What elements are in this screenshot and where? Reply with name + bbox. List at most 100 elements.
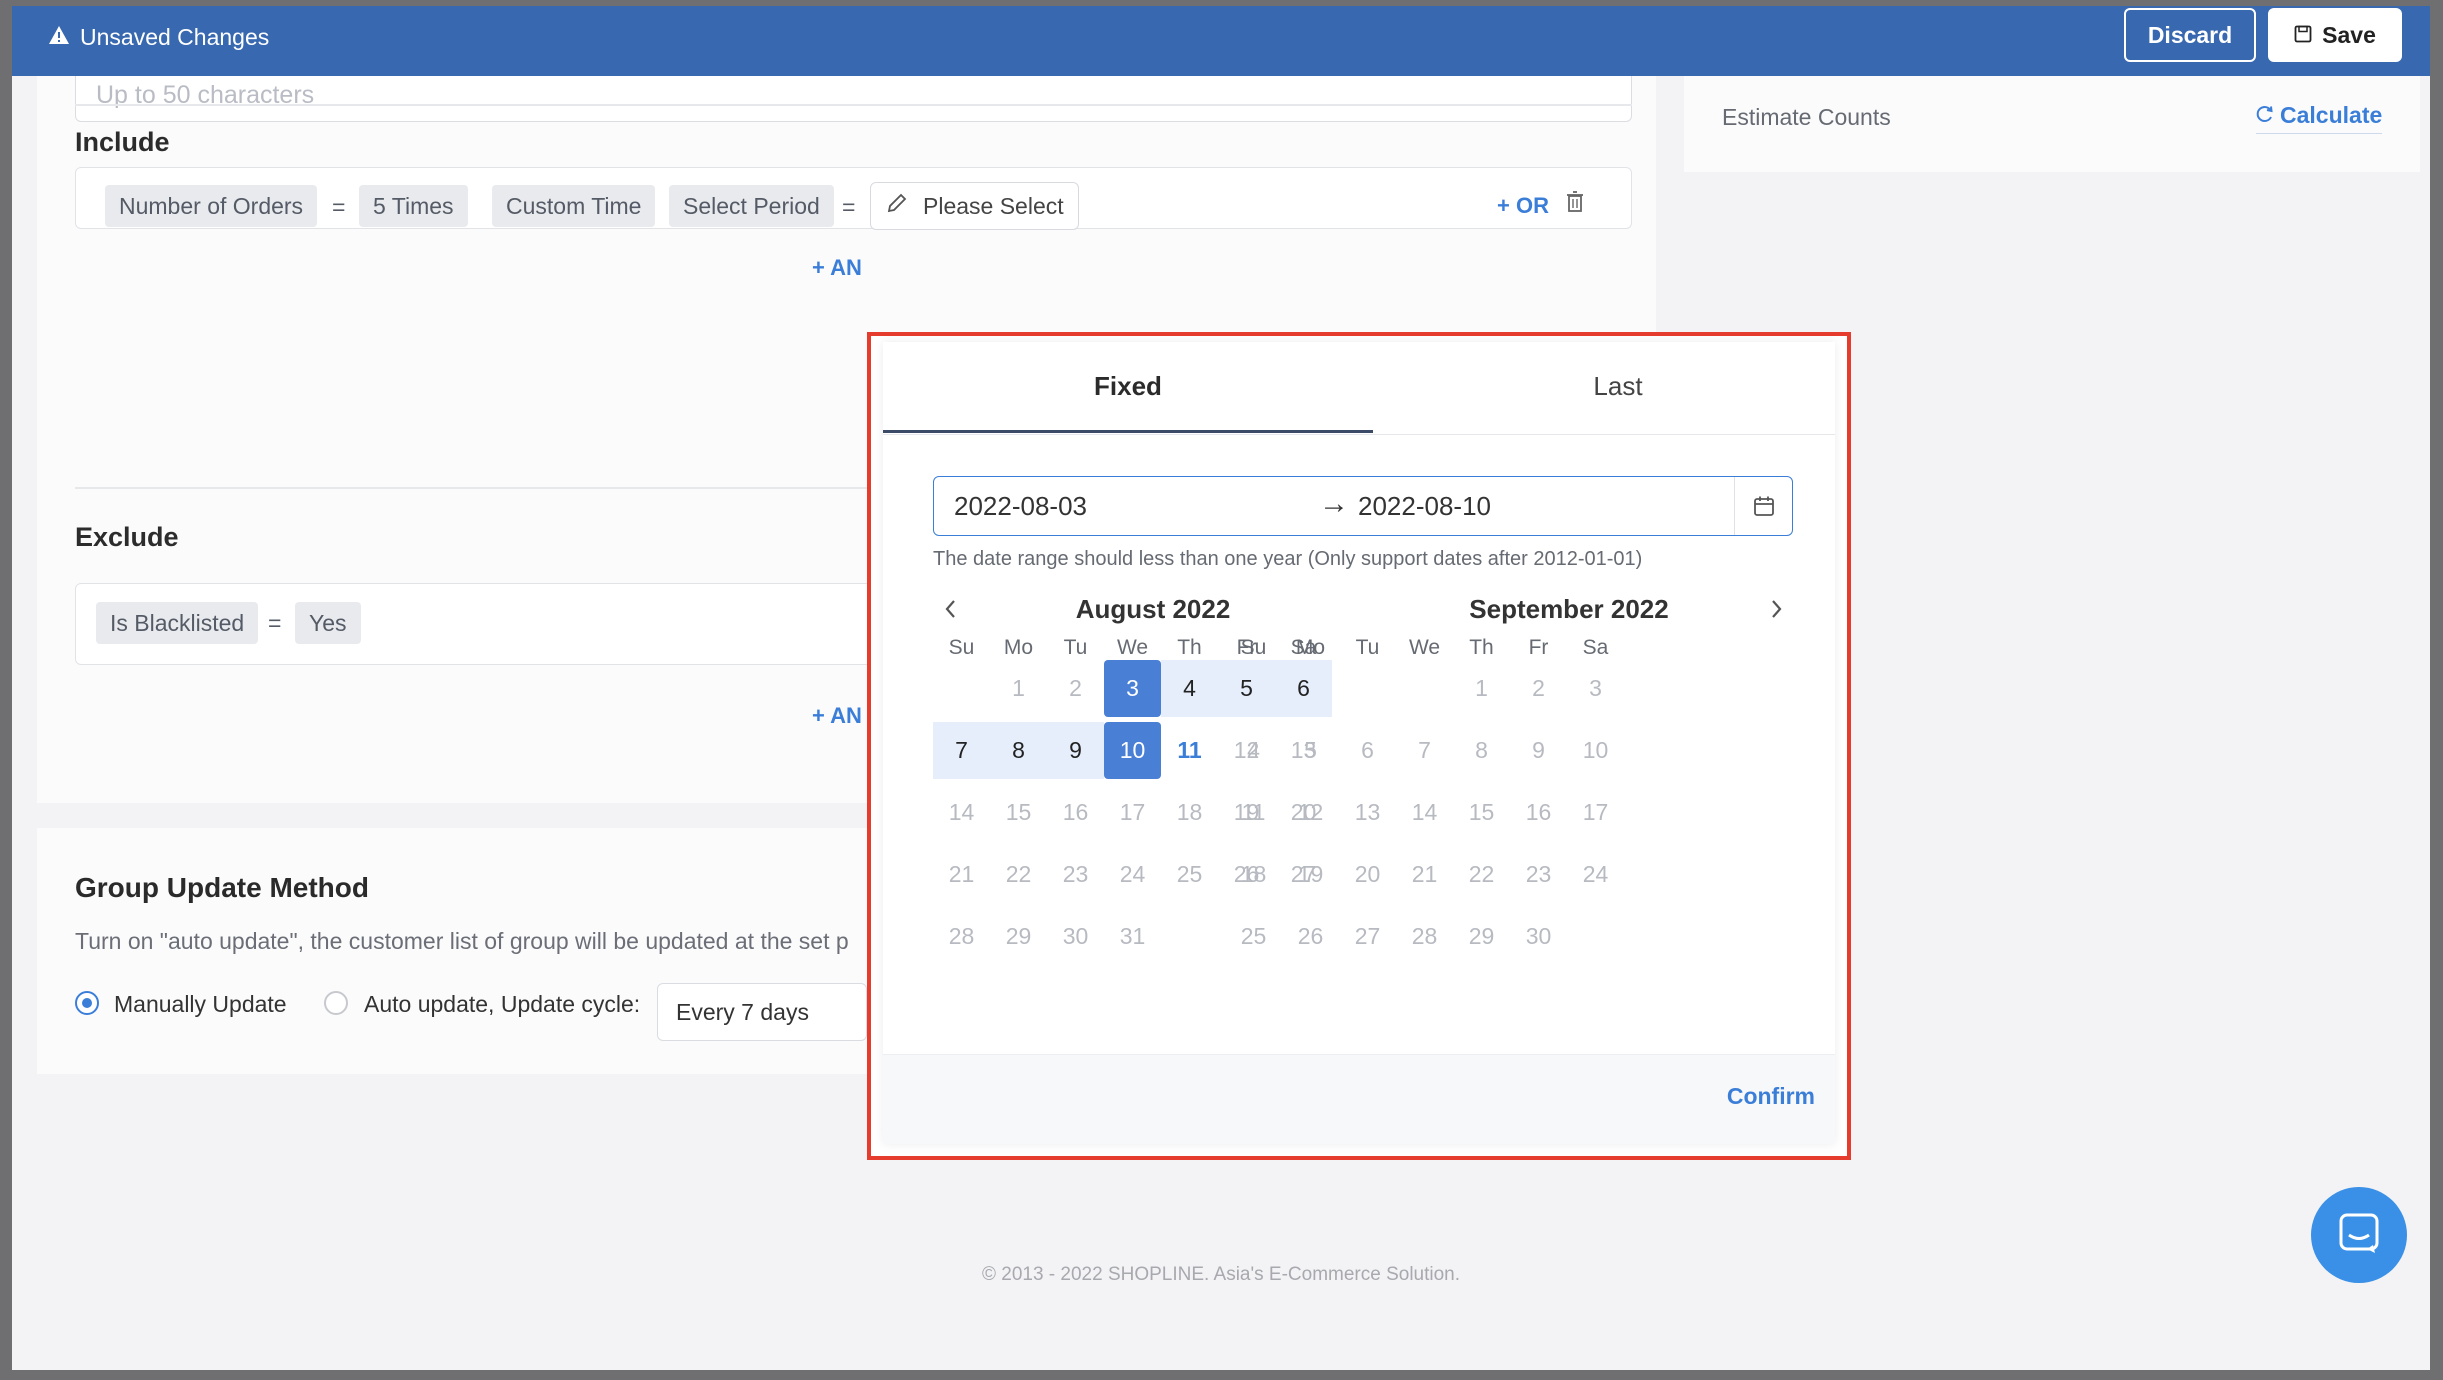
equals-sign: = bbox=[268, 610, 282, 636]
calculate-button[interactable]: Calculate bbox=[2256, 102, 2383, 134]
calendar-day[interactable]: 30 bbox=[1510, 908, 1567, 965]
chat-icon bbox=[2337, 1211, 2381, 1260]
calendar-day[interactable]: 11 bbox=[1225, 784, 1282, 841]
value-chip[interactable]: 5 Times bbox=[359, 185, 468, 227]
active-tab-underline bbox=[883, 430, 1373, 433]
weekday-label: Tu bbox=[1063, 636, 1088, 659]
save-button[interactable]: Save bbox=[2268, 8, 2402, 62]
calendar-day[interactable]: 24 bbox=[1104, 846, 1161, 903]
calendar-day[interactable]: 21 bbox=[1396, 846, 1453, 903]
unsaved-changes-bar: Unsaved Changes Discard Save bbox=[12, 6, 2430, 76]
group-update-title: Group Update Method bbox=[75, 872, 369, 903]
calendar-day[interactable]: 15 bbox=[1453, 784, 1510, 841]
calendar-day[interactable]: 8 bbox=[1453, 722, 1510, 779]
page: Up to 50 characters Include Number of Or… bbox=[12, 6, 2430, 1370]
calendar-day[interactable]: 30 bbox=[1047, 908, 1104, 965]
calculate-label: Calculate bbox=[2280, 102, 2383, 128]
calendar-day[interactable]: 10 bbox=[1567, 722, 1624, 779]
calendar-day[interactable]: 5 bbox=[1282, 722, 1339, 779]
manual-update-label: Manually Update bbox=[114, 991, 287, 1017]
calendar-day[interactable]: 23 bbox=[1510, 846, 1567, 903]
calendar-day[interactable]: 4 bbox=[1161, 660, 1218, 717]
calendar-day[interactable]: 31 bbox=[1104, 908, 1161, 965]
calendar-day[interactable]: 29 bbox=[990, 908, 1047, 965]
calendar-day[interactable]: 19 bbox=[1282, 846, 1339, 903]
calendar-day[interactable]: 17 bbox=[1567, 784, 1624, 841]
today-day[interactable]: 11 bbox=[1161, 722, 1218, 779]
calendar-day[interactable]: 23 bbox=[1047, 846, 1104, 903]
calendar-day[interactable]: 28 bbox=[933, 908, 990, 965]
calendar-day[interactable]: 14 bbox=[1396, 784, 1453, 841]
tab-fixed[interactable]: Fixed bbox=[883, 342, 1373, 434]
time-chip[interactable]: Custom Time bbox=[492, 185, 656, 227]
calendar-day[interactable]: 24 bbox=[1567, 846, 1624, 903]
calendar-day[interactable]: 25 bbox=[1161, 846, 1218, 903]
field-chip[interactable]: Is Blacklisted bbox=[96, 602, 259, 644]
end-date[interactable]: 2022-08-10 bbox=[1358, 491, 1491, 522]
calendar-day[interactable]: 18 bbox=[1225, 846, 1282, 903]
date-picker-panel: Fixed Last 2022-08-03 → 2022-08-10 The d… bbox=[883, 342, 1835, 1144]
weekday-label: Fr bbox=[1528, 636, 1549, 659]
calendar-icon[interactable] bbox=[1734, 477, 1792, 535]
calendar-day[interactable]: 9 bbox=[1510, 722, 1567, 779]
manual-update-radio[interactable] bbox=[75, 991, 99, 1015]
confirm-button[interactable]: Confirm bbox=[1727, 1083, 1815, 1110]
calendar-day[interactable]: 14 bbox=[933, 784, 990, 841]
calendar-day[interactable]: 2 bbox=[1510, 660, 1567, 717]
calendar-day[interactable]: 22 bbox=[990, 846, 1047, 903]
weekday-label: Mo bbox=[1003, 636, 1034, 659]
tab-last[interactable]: Last bbox=[1373, 342, 1863, 434]
calendar-day[interactable]: 29 bbox=[1453, 908, 1510, 965]
range-end-day[interactable]: 10 bbox=[1104, 722, 1161, 779]
calendar-day[interactable]: 4 bbox=[1225, 722, 1282, 779]
add-or-button[interactable]: + OR bbox=[1497, 193, 1549, 219]
trash-icon[interactable] bbox=[1565, 190, 1585, 219]
calendar-day[interactable]: 9 bbox=[1047, 722, 1104, 779]
range-start-day[interactable]: 3 bbox=[1104, 660, 1161, 717]
calendar-day[interactable]: 27 bbox=[1339, 908, 1396, 965]
calendar-day[interactable]: 2 bbox=[1047, 660, 1104, 717]
calendar-day[interactable]: 21 bbox=[933, 846, 990, 903]
calendar-day[interactable]: 25 bbox=[1225, 908, 1282, 965]
calendar-day[interactable]: 26 bbox=[1282, 908, 1339, 965]
auto-update-label: Auto update, Update cycle: bbox=[364, 991, 641, 1017]
group-name-input[interactable]: Up to 50 characters bbox=[75, 76, 1632, 122]
calendar-day[interactable]: 7 bbox=[1396, 722, 1453, 779]
calendar-day[interactable]: 6 bbox=[1275, 660, 1332, 717]
calendar-day[interactable]: 5 bbox=[1218, 660, 1275, 717]
period-chip[interactable]: Select Period bbox=[669, 185, 834, 227]
calendar-day[interactable]: 22 bbox=[1453, 846, 1510, 903]
calendar-day[interactable]: 18 bbox=[1161, 784, 1218, 841]
calendar-day[interactable]: 12 bbox=[1282, 784, 1339, 841]
auto-update-radio[interactable] bbox=[324, 991, 348, 1015]
weekday-label: Th bbox=[1177, 636, 1202, 659]
chat-button[interactable] bbox=[2311, 1187, 2407, 1283]
calendar-day[interactable]: 7 bbox=[933, 722, 990, 779]
weekday-label: Sa bbox=[1582, 636, 1609, 659]
field-chip[interactable]: Number of Orders bbox=[105, 185, 318, 227]
value-chip[interactable]: Yes bbox=[295, 602, 361, 644]
discard-button[interactable]: Discard bbox=[2124, 8, 2256, 62]
update-cycle-select[interactable]: Every 7 days bbox=[657, 983, 867, 1041]
calendar-day[interactable]: 15 bbox=[990, 784, 1047, 841]
calendar-day[interactable]: 6 bbox=[1339, 722, 1396, 779]
date-range-input[interactable]: 2022-08-03 → 2022-08-10 bbox=[933, 476, 1793, 536]
calendar-day[interactable]: 17 bbox=[1104, 784, 1161, 841]
start-date[interactable]: 2022-08-03 bbox=[954, 491, 1087, 522]
please-select-button[interactable]: Please Select bbox=[870, 182, 1079, 230]
calendar-day[interactable]: 16 bbox=[1047, 784, 1104, 841]
calendar-day[interactable]: 20 bbox=[1339, 846, 1396, 903]
calendar-day[interactable]: 1 bbox=[990, 660, 1047, 717]
calendar-day[interactable]: 3 bbox=[1567, 660, 1624, 717]
equals-sign: = bbox=[332, 194, 346, 220]
copyright-footer: © 2013 - 2022 SHOPLINE. Asia's E-Commerc… bbox=[981, 1264, 1461, 1285]
please-select-label: Please Select bbox=[923, 192, 1064, 219]
calendar-day[interactable]: 8 bbox=[990, 722, 1047, 779]
calendar-day[interactable]: 28 bbox=[1396, 908, 1453, 965]
calendar-day[interactable]: 16 bbox=[1510, 784, 1567, 841]
calendar-day[interactable]: 13 bbox=[1339, 784, 1396, 841]
calendar-day[interactable]: 1 bbox=[1453, 660, 1510, 717]
add-and-button[interactable]: + AN bbox=[812, 255, 862, 281]
add-and-button[interactable]: + AN bbox=[812, 703, 862, 729]
next-month-button[interactable] bbox=[1768, 596, 1784, 627]
